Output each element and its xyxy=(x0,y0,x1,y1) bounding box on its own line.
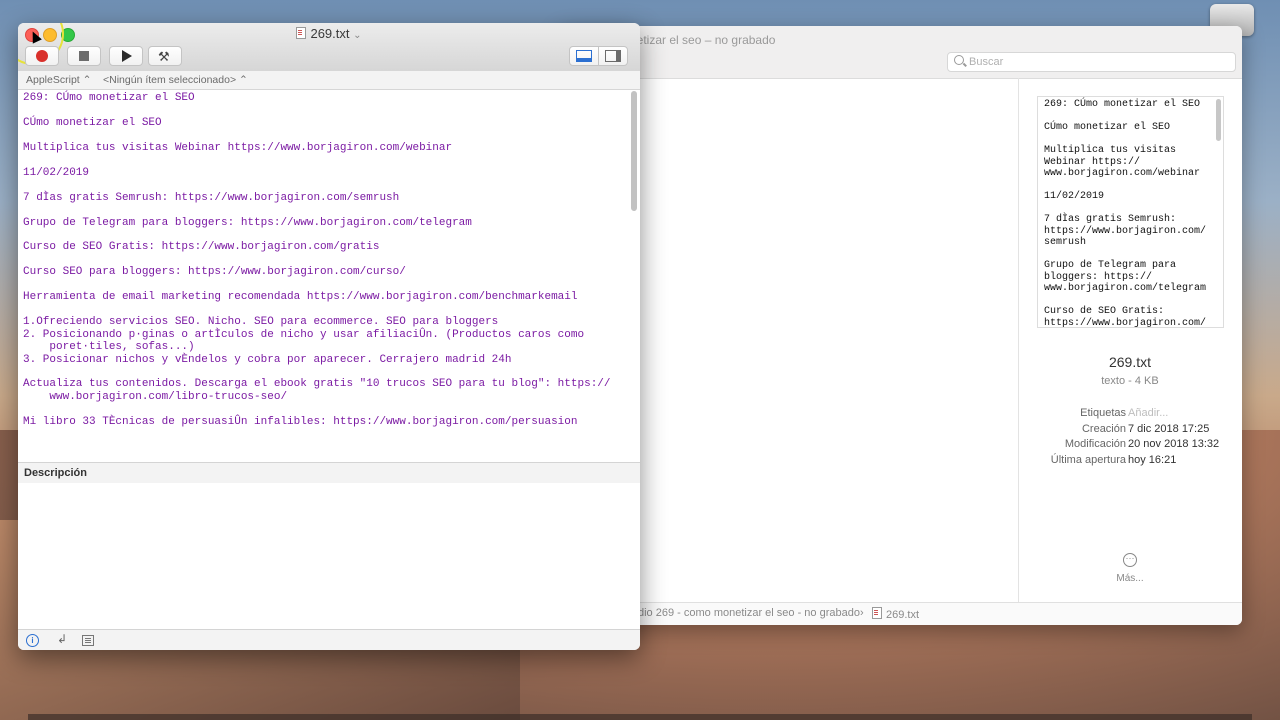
info-key: Etiquetas xyxy=(1080,407,1126,419)
script-editor-window: 269.txt ⌄ ⚒ AppleScript ⌃ <Ningún ítem s… xyxy=(18,23,640,650)
info-icon[interactable]: i xyxy=(26,634,39,647)
more-icon[interactable]: ··· xyxy=(1123,553,1137,567)
script-text-area[interactable]: 269: CÚmo monetizar el SEO CÚmo monetiza… xyxy=(18,90,630,462)
play-icon xyxy=(122,50,132,62)
dock xyxy=(28,714,1252,720)
description-field[interactable] xyxy=(18,483,640,629)
finder-window-title: netizar el seo – no grabado xyxy=(630,33,776,47)
search-icon xyxy=(954,55,964,65)
finder-toolbar: netizar el seo – no grabado Buscar xyxy=(560,26,1242,79)
search-placeholder: Buscar xyxy=(969,56,1004,68)
search-input[interactable]: Buscar xyxy=(947,52,1236,72)
language-popup[interactable]: AppleScript ⌃ xyxy=(26,74,91,86)
info-key: Modificación xyxy=(1064,438,1126,450)
more-button-label[interactable]: Más... xyxy=(1018,573,1242,584)
info-row-tags: Etiquetas Añadir... xyxy=(1018,407,1242,423)
window-title-text: 269.txt xyxy=(310,26,350,41)
file-info-table: Etiquetas Añadir... Creación 7 dic 2018 … xyxy=(1018,407,1242,469)
path-separator: › xyxy=(860,607,864,619)
finder-window: netizar el seo – no grabado Buscar 269: … xyxy=(560,26,1242,625)
return-icon[interactable]: ↲ xyxy=(57,632,67,646)
bottom-pane-icon xyxy=(576,50,592,62)
script-text[interactable]: 269: CÚmo monetizar el SEO CÚmo monetiza… xyxy=(18,90,630,430)
column-divider[interactable] xyxy=(1018,78,1019,603)
info-key: Última apertura xyxy=(1050,453,1126,466)
path-bar: dio 269 - como monetizar el seo - no gra… xyxy=(560,602,1242,625)
compile-button[interactable]: ⚒ xyxy=(148,46,182,66)
side-pane-icon xyxy=(605,50,621,62)
file-preview: 269: CÚmo monetizar el SEO CÚmo monetiza… xyxy=(1037,96,1224,328)
text-file-icon xyxy=(872,607,882,619)
path-folder[interactable]: dio 269 - como monetizar el seo - no gra… xyxy=(638,607,860,619)
add-tags-field[interactable]: Añadir... xyxy=(1128,407,1168,419)
record-icon xyxy=(36,50,48,62)
show-side-pane-button[interactable] xyxy=(598,46,628,66)
editor-bottom-bar: i ↲ xyxy=(18,629,640,650)
preview-scrollbar[interactable] xyxy=(1216,99,1221,141)
text-file-icon xyxy=(296,27,307,39)
stop-button[interactable] xyxy=(67,46,101,66)
element-popup[interactable]: <Ningún ítem seleccionado> ⌃ xyxy=(103,74,248,86)
info-row-modified: Modificación 20 nov 2018 13:32 xyxy=(1018,438,1242,454)
path-file[interactable]: 269.txt xyxy=(872,607,919,621)
info-value: 7 dic 2018 17:25 xyxy=(1128,422,1210,435)
navigation-bar: AppleScript ⌃ <Ningún ítem seleccionado>… xyxy=(18,71,640,90)
editor-toolbar: 269.txt ⌄ ⚒ xyxy=(18,23,640,72)
file-preview-text: 269: CÚmo monetizar el SEO CÚmo monetiza… xyxy=(1044,99,1207,328)
chevron-down-icon: ⌄ xyxy=(353,30,362,41)
info-value: 20 nov 2018 13:32 xyxy=(1128,438,1220,450)
stop-icon xyxy=(79,51,89,61)
info-row-last-opened: Última apertura hoy 16:21 xyxy=(1018,454,1242,470)
file-name: 269.txt xyxy=(1108,354,1152,370)
info-row-created: Creación 7 dic 2018 17:25 xyxy=(1018,423,1242,439)
run-button[interactable] xyxy=(109,46,143,66)
file-kind: texto - 4 KB xyxy=(1101,375,1159,387)
info-key: Creación xyxy=(1081,422,1126,435)
editor-scrollbar[interactable] xyxy=(631,91,637,211)
description-header: Descripción xyxy=(18,462,640,484)
description-label: Descripción xyxy=(24,467,87,479)
path-file-label: 269.txt xyxy=(886,609,920,621)
window-title[interactable]: 269.txt ⌄ xyxy=(18,26,640,41)
info-value: hoy 16:21 xyxy=(1128,453,1177,466)
list-icon[interactable] xyxy=(82,635,94,646)
hammer-icon: ⚒ xyxy=(158,49,170,64)
record-button[interactable] xyxy=(25,46,59,66)
show-bottom-pane-button[interactable] xyxy=(569,46,599,66)
